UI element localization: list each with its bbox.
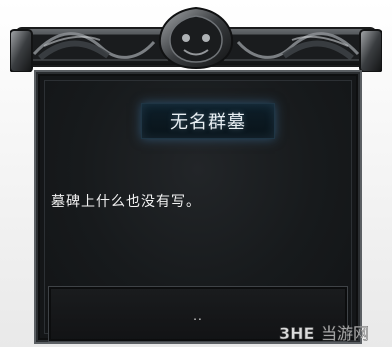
- watermark: 3HE 当游网: [279, 322, 389, 344]
- svg-text:3HE: 3HE: [279, 324, 314, 343]
- ornate-header-art: [9, 6, 383, 73]
- dialog-title-plate: 无名群墓: [141, 103, 275, 139]
- dialog-message: 墓碑上什么也没有写。: [51, 194, 201, 210]
- ornate-header: [9, 2, 383, 73]
- svg-text:当游网: 当游网: [321, 324, 369, 343]
- dialog-choice-text[interactable]: ..: [49, 309, 347, 323]
- watermark-logo: 3HE 当游网: [279, 324, 369, 344]
- dialog-title: 无名群墓: [170, 112, 246, 133]
